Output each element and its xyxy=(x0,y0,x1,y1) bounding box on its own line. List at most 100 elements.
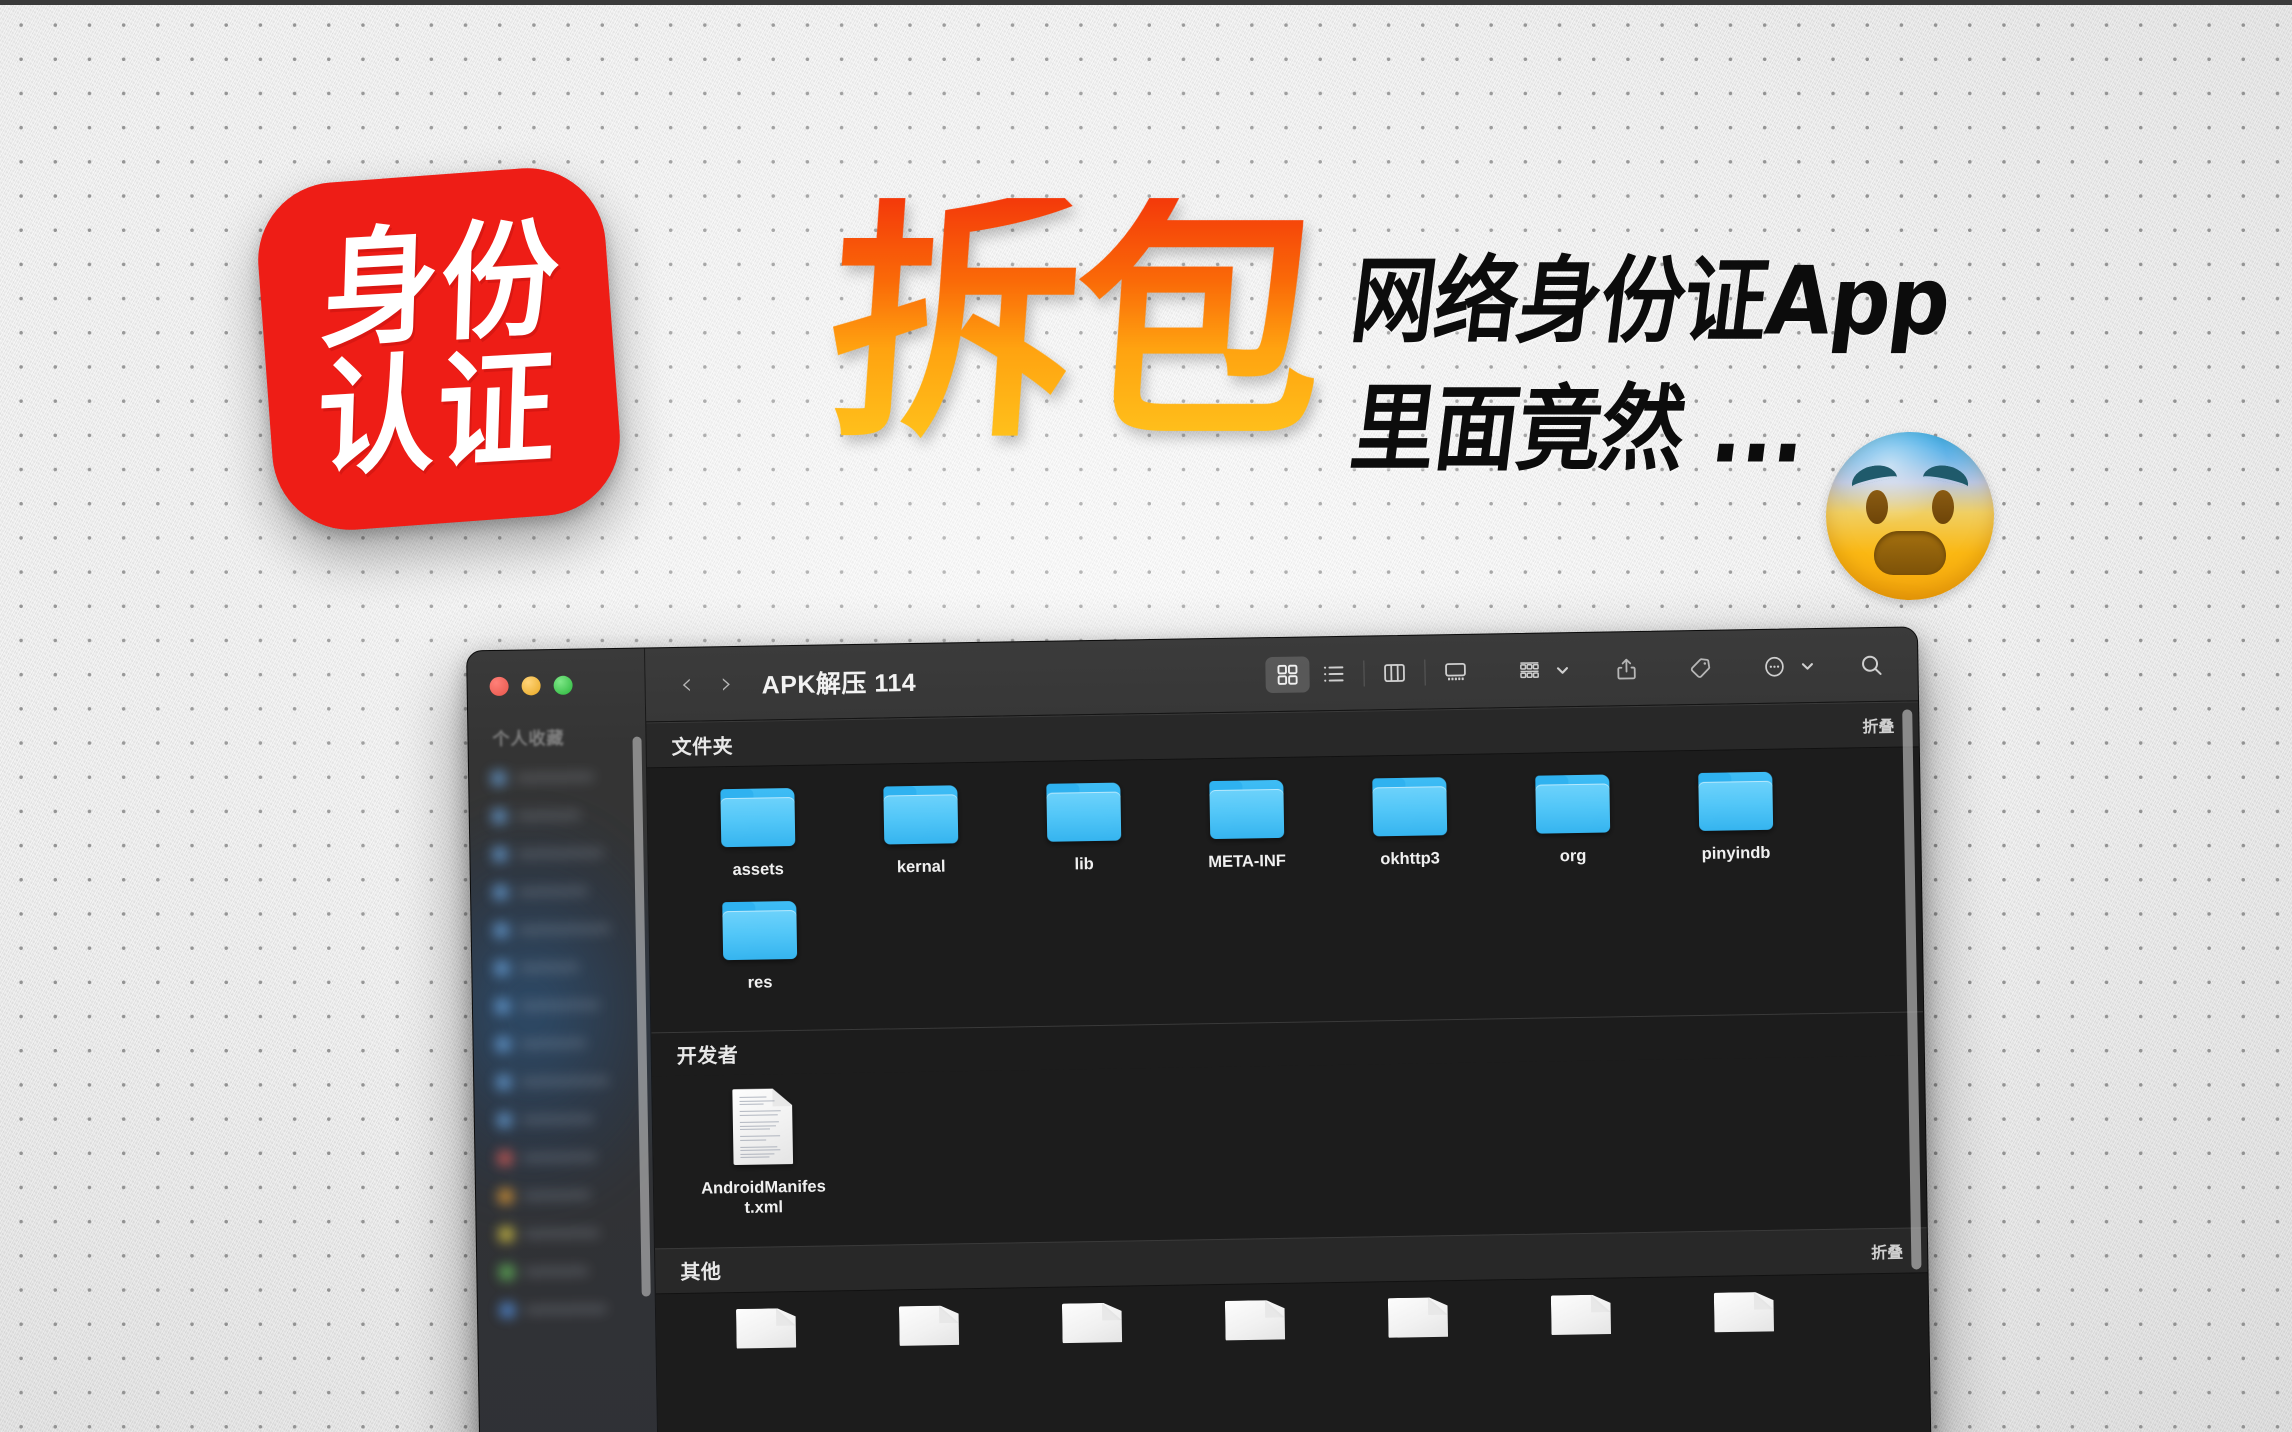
list-item[interactable] xyxy=(1662,1290,1826,1333)
list-item[interactable]: okhttp3 xyxy=(1327,776,1491,870)
sidebar-item[interactable] xyxy=(473,1022,652,1063)
list-item[interactable] xyxy=(847,1304,1011,1347)
file-icon xyxy=(735,1308,796,1349)
list-item[interactable] xyxy=(1499,1293,1663,1336)
folders-grid[interactable]: assets kernal lib META-INF okhttp3 org p… xyxy=(647,747,1924,1033)
gallery-view-icon[interactable] xyxy=(1433,653,1478,690)
section-collapse-button[interactable]: 折叠 xyxy=(1871,1238,1903,1263)
finder-content[interactable]: 文件夹 折叠 assets kernal lib META-INF okhttp… xyxy=(646,701,1931,1432)
folder-icon xyxy=(882,785,958,845)
finder-sidebar[interactable]: 个人收藏 xyxy=(467,648,659,1432)
list-item[interactable]: org xyxy=(1490,774,1654,868)
section-collapse-button[interactable]: 折叠 xyxy=(1862,713,1894,738)
app-icon-label: 身份 认证 xyxy=(315,203,563,495)
item-label: kernal xyxy=(896,857,946,877)
sidebar-item[interactable] xyxy=(475,1136,654,1177)
sidebar-item[interactable] xyxy=(477,1250,656,1291)
item-label: AndroidManifest.xml xyxy=(700,1177,826,1218)
list-item[interactable]: res xyxy=(677,900,841,994)
sidebar-item[interactable] xyxy=(474,1098,653,1139)
emoji-eye-left xyxy=(1866,490,1888,524)
developer-grid[interactable]: AndroidManifest.xml xyxy=(652,1055,1927,1248)
folder-icon xyxy=(721,901,797,961)
section-title: 开发者 xyxy=(676,1045,739,1069)
emoji-mouth xyxy=(1874,531,1946,575)
file-icon xyxy=(1550,1294,1611,1335)
sidebar-item[interactable] xyxy=(476,1174,655,1215)
window-controls[interactable] xyxy=(489,675,573,697)
sidebar-item[interactable] xyxy=(476,1212,655,1253)
toolbar-divider-1 xyxy=(1363,660,1365,687)
item-label: okhttp3 xyxy=(1380,849,1441,869)
folder-icon xyxy=(1697,771,1773,831)
sidebar-item[interactable] xyxy=(474,1060,653,1101)
list-item[interactable]: AndroidManifest.xml xyxy=(680,1087,845,1219)
sidebar-item[interactable] xyxy=(469,794,648,835)
column-view-icon[interactable] xyxy=(1372,654,1417,691)
emoji-brow-right xyxy=(1922,461,1972,487)
folder-icon xyxy=(1534,774,1610,834)
item-label: pinyindb xyxy=(1701,843,1771,863)
group-by-icon[interactable] xyxy=(1507,652,1552,689)
toolbar-divider-2 xyxy=(1424,659,1426,686)
emoji-brow-left xyxy=(1848,461,1898,487)
emoji-eye-right xyxy=(1932,490,1954,524)
tag-icon[interactable] xyxy=(1678,649,1723,686)
list-item[interactable]: assets xyxy=(675,787,839,881)
top-strip xyxy=(0,0,2292,5)
folder-icon xyxy=(1045,782,1121,842)
file-icon xyxy=(898,1305,959,1346)
sidebar-item[interactable] xyxy=(473,984,652,1025)
section-title: 文件夹 xyxy=(671,735,734,759)
finder-main-pane: ‹ › APK解压 114 文件夹 折叠 assets kernal lib M… xyxy=(645,627,1931,1432)
back-button[interactable]: ‹ xyxy=(667,665,706,704)
file-icon xyxy=(1224,1299,1285,1340)
list-item[interactable] xyxy=(684,1307,848,1350)
item-label: res xyxy=(747,973,773,992)
fearful-face-icon xyxy=(1826,432,1994,600)
list-view-icon[interactable] xyxy=(1311,655,1356,692)
folder-icon xyxy=(1371,777,1447,837)
maximize-button[interactable] xyxy=(553,675,573,695)
close-button[interactable] xyxy=(489,676,509,697)
item-label: org xyxy=(1559,846,1587,866)
sidebar-item[interactable] xyxy=(478,1288,657,1329)
xml-file-icon xyxy=(732,1088,793,1165)
list-item[interactable]: pinyindb xyxy=(1653,771,1817,865)
file-icon xyxy=(1061,1302,1122,1343)
cover-stage: 身份 认证 拆包 网络身份证App 里面竟然 ... 个人收藏 ‹ › APK解… xyxy=(0,0,2292,1432)
list-item[interactable] xyxy=(1010,1301,1174,1344)
headline-line-1: 网络身份证App xyxy=(1345,246,1957,356)
folder-icon xyxy=(1208,779,1284,840)
forward-button[interactable]: › xyxy=(707,664,746,703)
sidebar-item[interactable] xyxy=(469,756,648,797)
search-icon[interactable] xyxy=(1849,646,1894,683)
list-item[interactable]: lib xyxy=(1001,782,1165,876)
app-icon: 身份 认证 xyxy=(252,162,626,536)
sidebar-item[interactable] xyxy=(470,832,649,873)
list-item[interactable] xyxy=(1173,1299,1337,1342)
item-label: assets xyxy=(732,860,785,880)
minimize-button[interactable] xyxy=(521,676,541,696)
sidebar-item[interactable] xyxy=(472,946,651,987)
sidebar-item[interactable] xyxy=(471,908,650,949)
headline-primary: 拆包 xyxy=(819,165,1329,474)
window-title: APK解压 114 xyxy=(761,668,917,700)
sidebar-item[interactable] xyxy=(471,870,650,911)
more-ellipsis-icon[interactable] xyxy=(1752,648,1797,685)
content-scroll-area[interactable]: 文件夹 折叠 assets kernal lib META-INF okhttp… xyxy=(646,701,1930,1432)
sidebar-items-blurred[interactable] xyxy=(469,756,659,1432)
sidebar-section-favorites: 个人收藏 xyxy=(492,728,565,749)
list-item[interactable]: META-INF xyxy=(1164,779,1328,873)
chevron-down-icon[interactable] xyxy=(1554,662,1570,678)
list-item[interactable] xyxy=(1336,1296,1500,1339)
item-label: META-INF xyxy=(1208,851,1287,872)
list-item[interactable]: kernal xyxy=(838,785,1002,879)
folder-icon xyxy=(719,787,795,848)
icon-view-icon[interactable] xyxy=(1265,655,1310,693)
chevron-down-icon-more[interactable] xyxy=(1799,658,1815,674)
file-icon xyxy=(1713,1291,1774,1332)
item-label: lib xyxy=(1074,855,1094,874)
share-icon[interactable] xyxy=(1604,650,1649,687)
